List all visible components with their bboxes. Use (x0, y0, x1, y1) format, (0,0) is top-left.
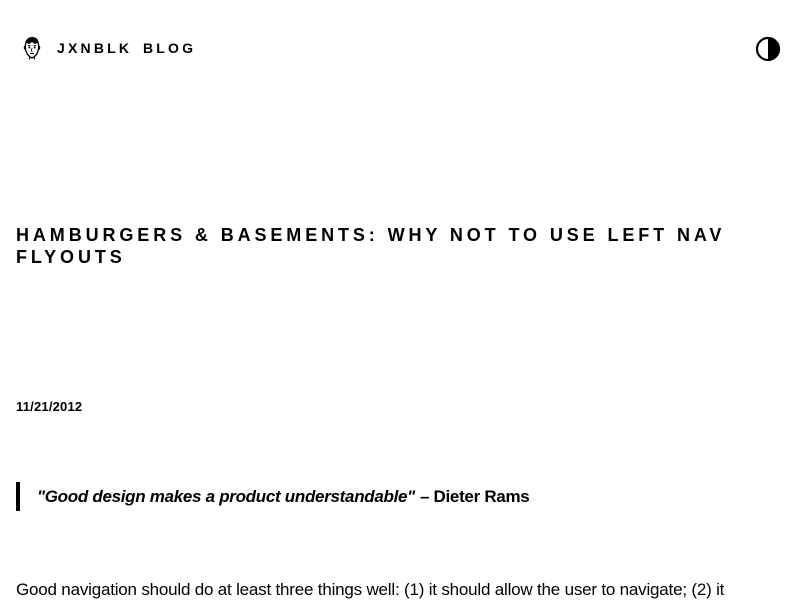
face-avatar-icon (23, 37, 41, 60)
post-title: HAMBURGERS & BASEMENTS: WHY NOT TO USE L… (16, 225, 726, 267)
quote-text: "Good design makes a product understanda… (37, 486, 415, 506)
post-date: 11/21/2012 (16, 399, 83, 414)
theme-toggle-button[interactable] (755, 36, 781, 62)
brand-link[interactable]: JXNBLK (57, 39, 132, 57)
post-body-paragraph: Good navigation should do at least three… (16, 580, 725, 599)
post-quote: "Good design makes a product understanda… (16, 482, 716, 511)
site-header: JXNBLK BLOG (0, 0, 800, 96)
contrast-half-circle-icon (755, 36, 781, 62)
quote-author: – Dieter Rams (419, 486, 530, 506)
nav-blog-link[interactable]: BLOG (143, 39, 196, 57)
home-logo-link[interactable] (22, 36, 42, 60)
